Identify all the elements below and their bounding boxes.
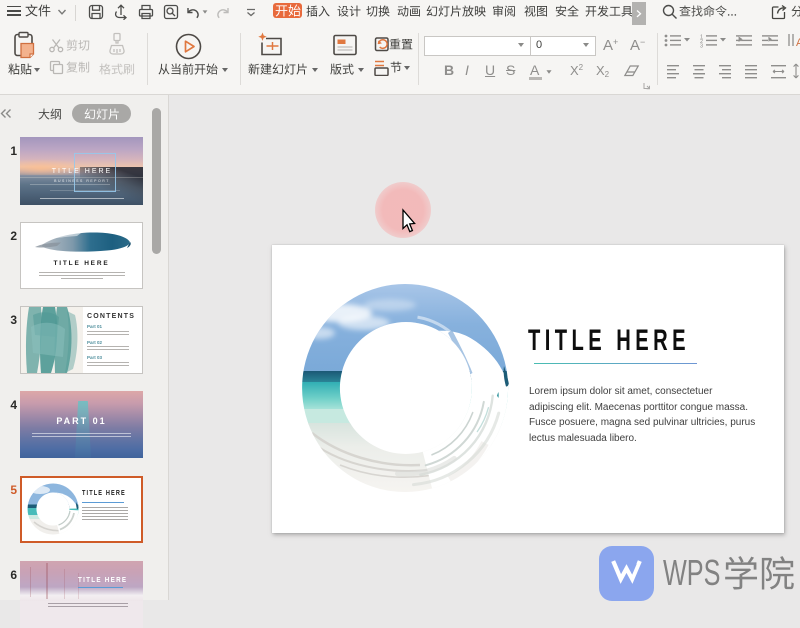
svg-text:3: 3 <box>700 44 703 50</box>
svg-text:A: A <box>796 37 800 49</box>
